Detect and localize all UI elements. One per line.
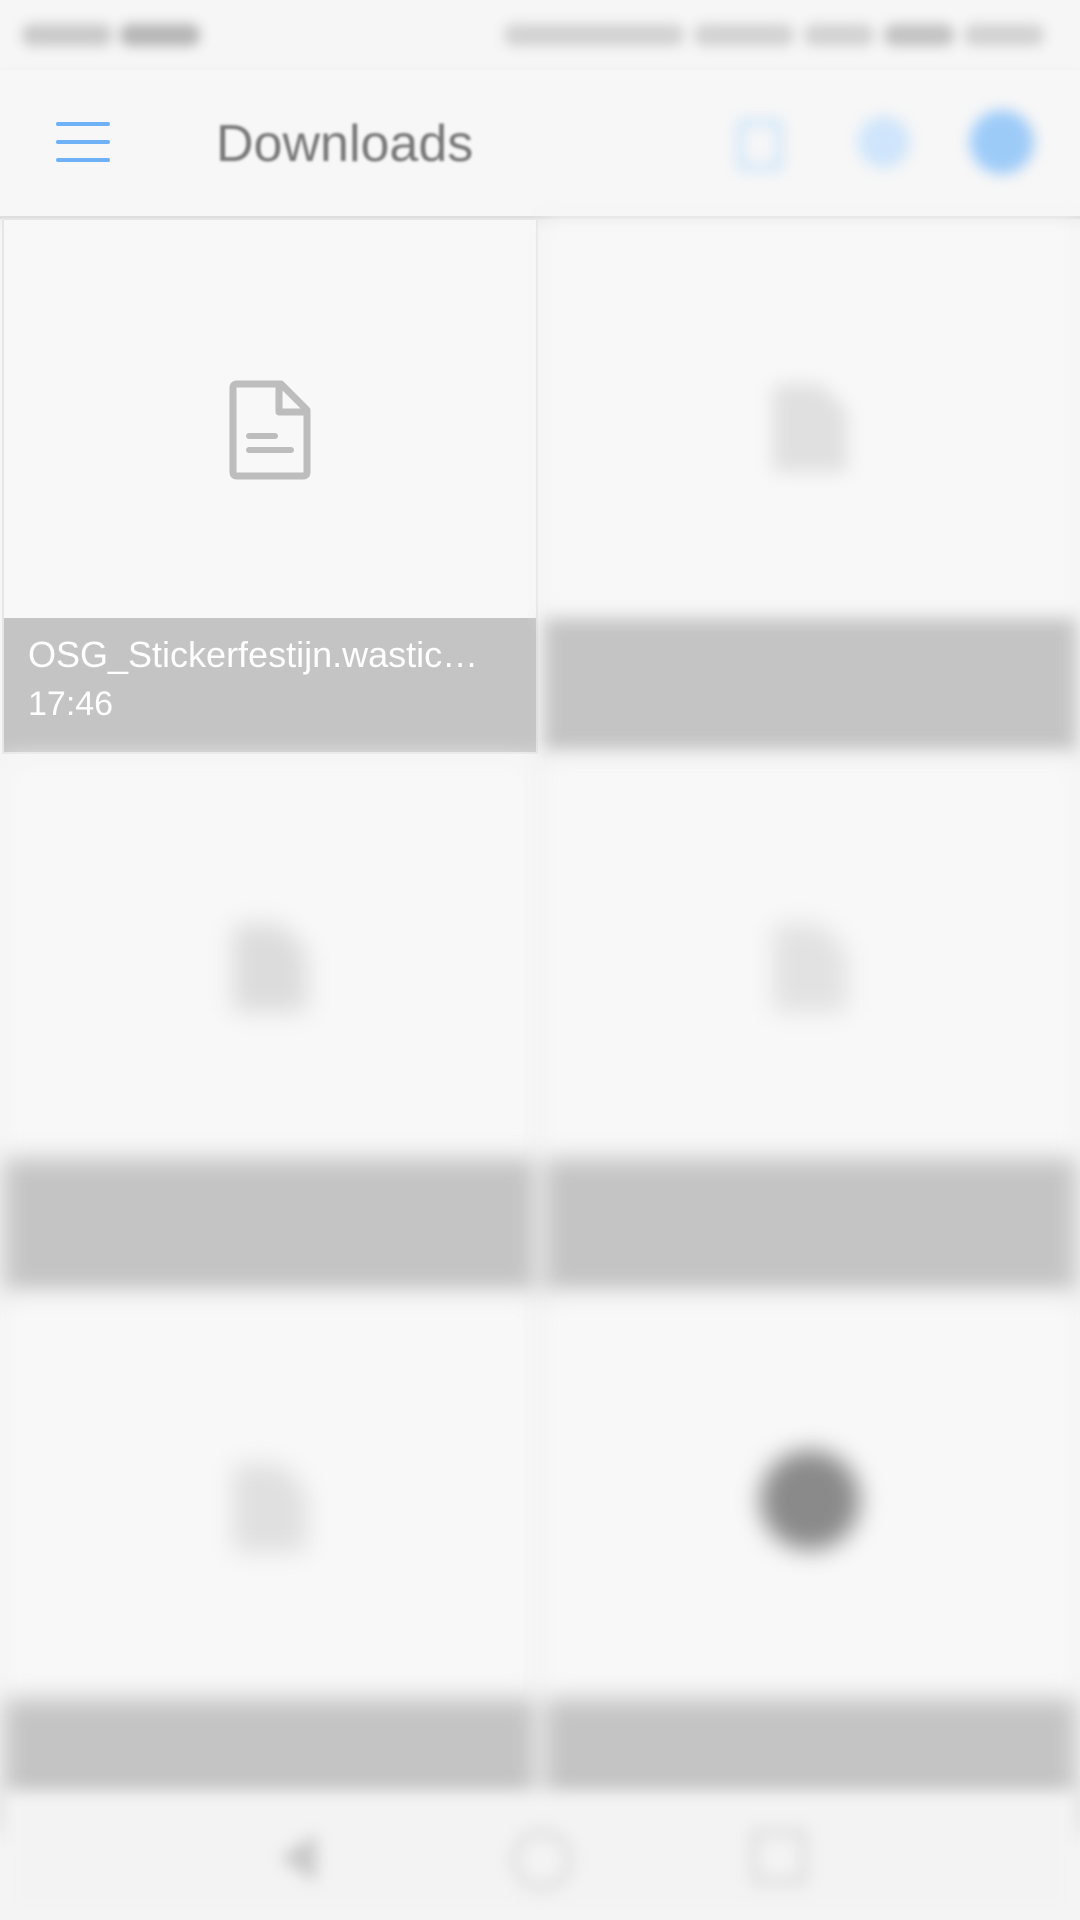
- document-icon: [233, 1464, 307, 1552]
- status-left: [22, 18, 212, 52]
- status-right: [464, 18, 1044, 52]
- page-title: Downloads: [216, 115, 474, 173]
- back-icon[interactable]: [280, 1830, 336, 1886]
- battery-icon: [884, 24, 954, 46]
- document-icon: [773, 924, 847, 1012]
- recent-apps-icon[interactable]: [752, 1830, 808, 1886]
- file-tile[interactable]: OSG_Stickerfestijn.wastic… 17:46: [2, 218, 538, 754]
- screen: Downloads OSG_Stickerfestijn.wastic… 17:…: [0, 0, 1080, 1920]
- file-time: 17:46: [28, 685, 114, 723]
- wifi-icon: [804, 24, 874, 46]
- hamburger-menu-icon[interactable]: [56, 120, 112, 166]
- file-tile[interactable]: [2, 758, 538, 1294]
- edit-icon[interactable]: [724, 110, 788, 174]
- network-speed: [504, 24, 684, 46]
- app-bar: Downloads: [0, 70, 1080, 219]
- document-icon: [229, 380, 311, 480]
- signal-icon: [694, 24, 794, 46]
- file-caption: [544, 618, 1076, 752]
- document-icon: [773, 384, 847, 472]
- image-thumbnail: [760, 1450, 860, 1550]
- status-icons: [120, 24, 200, 46]
- share-icon[interactable]: [852, 110, 916, 174]
- carrier-text: [22, 24, 112, 46]
- file-tile[interactable]: [2, 1298, 538, 1834]
- clock: [964, 24, 1044, 46]
- status-bar: [0, 0, 1080, 70]
- document-icon: [233, 924, 307, 1012]
- file-name: OSG_Stickerfestijn.wastic…: [28, 634, 479, 675]
- file-tile[interactable]: [542, 218, 1078, 754]
- file-tile[interactable]: [542, 1298, 1078, 1834]
- file-tile[interactable]: [542, 758, 1078, 1294]
- file-caption: OSG_Stickerfestijn.wastic… 17:46: [4, 618, 536, 752]
- home-icon[interactable]: [512, 1830, 572, 1890]
- file-caption: [544, 1158, 1076, 1292]
- file-caption: [4, 1158, 536, 1292]
- profile-icon[interactable]: [970, 110, 1034, 174]
- navigation-bar: [0, 1790, 1080, 1920]
- file-grid: OSG_Stickerfestijn.wastic… 17:46: [0, 218, 1080, 1834]
